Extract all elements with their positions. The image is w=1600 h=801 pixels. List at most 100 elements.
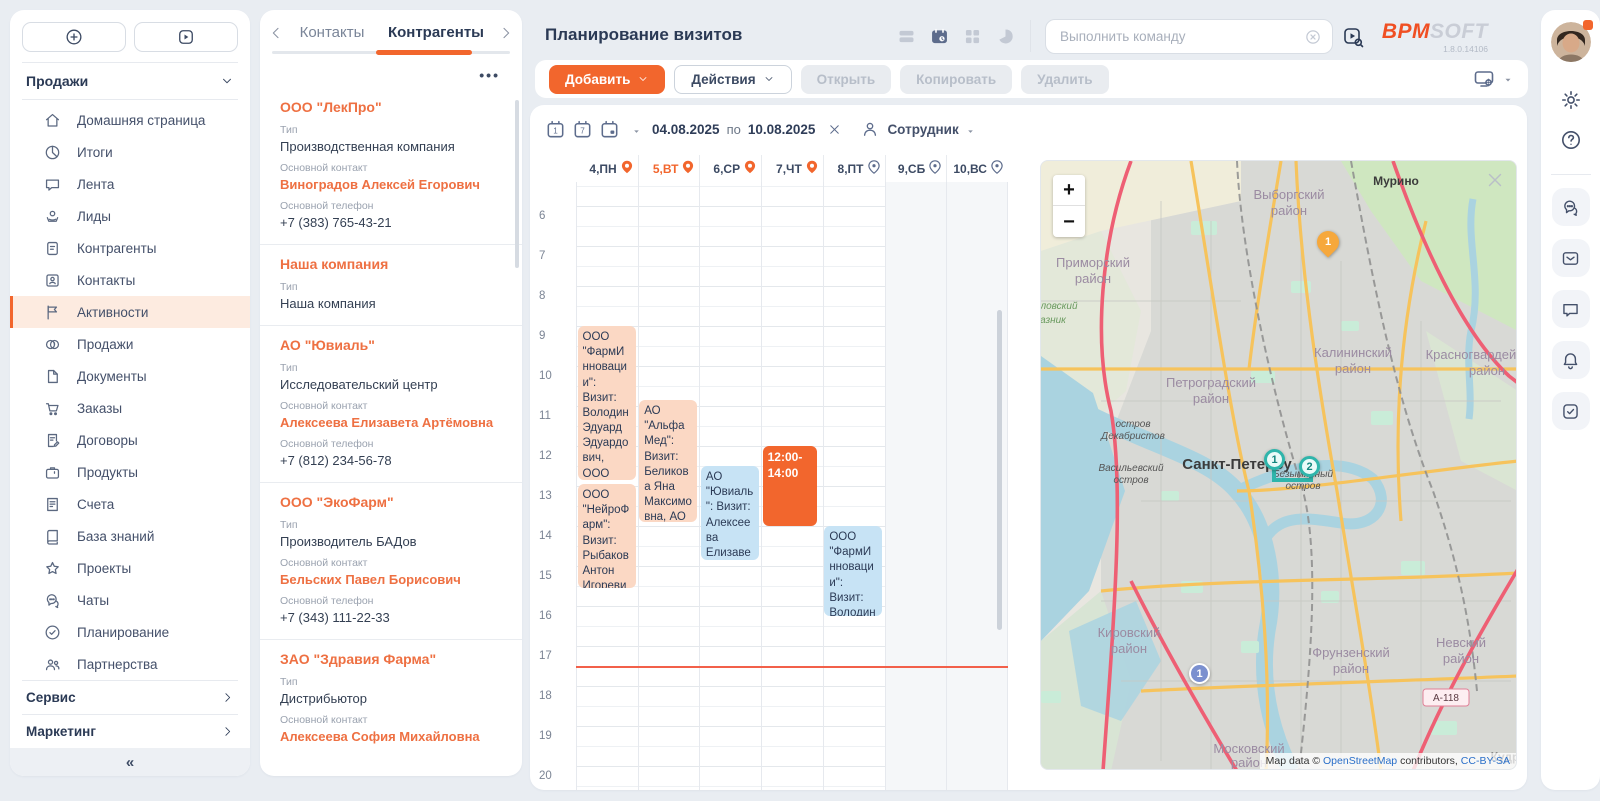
bell-button[interactable] [1552, 341, 1590, 379]
sidebar-item-14[interactable]: База знаний [10, 520, 250, 552]
mail-button[interactable] [1552, 239, 1590, 277]
day-header-5,ВТ[interactable]: 5,ВТ [638, 155, 700, 182]
day-view-calendar-icon[interactable]: 1 [544, 118, 567, 141]
sidebar-item-2[interactable]: Итоги [10, 136, 250, 168]
tasks-button[interactable] [1552, 392, 1590, 430]
primary-contact-link[interactable]: Алексеева Елизавета Артёмовна [280, 415, 502, 430]
message-button[interactable] [1552, 290, 1590, 328]
analytics-view-icon[interactable] [995, 26, 1016, 47]
current-time-line [576, 666, 1008, 668]
tabs-scroll-right-icon[interactable] [498, 25, 514, 41]
sidebar-item-7[interactable]: Активности [10, 296, 250, 328]
clear-command-icon[interactable] [1304, 28, 1322, 46]
account-name-link[interactable]: Наша компания [280, 256, 502, 272]
license-link[interactable]: CC-BY-SA [1461, 755, 1510, 767]
day-header-7,ЧТ[interactable]: 7,ЧТ [761, 155, 823, 182]
account-card[interactable]: Наша компанияТипНаша компания [260, 244, 522, 325]
map-marker-blue-circle[interactable]: 1 [1189, 663, 1210, 684]
calendar-event[interactable]: ООО "ФармИнновации": Визит: Володин Эдуа… [824, 526, 882, 616]
map-zoom-out-button[interactable]: − [1053, 206, 1085, 237]
date-from[interactable]: 04.08.2025 [652, 122, 720, 137]
sidebar-item-1[interactable]: Домашняя страница [10, 104, 250, 136]
account-name-link[interactable]: ЗАО "Здравия Фарма" [280, 651, 502, 667]
gear-icon[interactable] [1559, 88, 1583, 112]
workspace-selector[interactable]: Продажи [10, 63, 250, 99]
day-header-4,ПН[interactable]: 4,ПН [576, 155, 638, 182]
period-calendar-icon[interactable] [598, 118, 621, 141]
actions-button[interactable]: Действия [674, 65, 791, 94]
map-marker-teal-circle[interactable]: 2 [1299, 456, 1320, 477]
primary-contact-link[interactable]: Бельских Павел Борисович [280, 572, 502, 587]
help-icon[interactable] [1559, 128, 1583, 152]
list-scrollbar[interactable] [515, 100, 519, 268]
week-view-calendar-icon[interactable]: 7 [571, 118, 594, 141]
sidebar-item-10[interactable]: Заказы [10, 392, 250, 424]
map-marker-teal-circle[interactable]: 1 [1264, 449, 1285, 470]
account-name-link[interactable]: АО "Ювиаль" [280, 337, 502, 353]
open-button[interactable]: Открыть [801, 65, 892, 94]
sidebar-item-11[interactable]: Договоры [10, 424, 250, 456]
day-header-6,СР[interactable]: 6,СР [699, 155, 761, 182]
day-header-9,СБ[interactable]: 9,СБ [885, 155, 947, 182]
calendar-event-selected[interactable]: 12:00-14:00 [763, 446, 817, 526]
run-process-button[interactable] [134, 22, 238, 52]
calendar-scrollbar[interactable] [997, 310, 1002, 630]
collapse-sidebar-button[interactable]: « [10, 748, 250, 776]
sidebar-item-3[interactable]: Лента [10, 168, 250, 200]
sidebar-item-17[interactable]: Планирование [10, 616, 250, 648]
account-name-link[interactable]: ООО "ЭкоФарм" [280, 494, 502, 510]
account-card[interactable]: ООО "ЛекПро"ТипПроизводственная компания… [260, 88, 522, 244]
sidebar-item-4[interactable]: Лиды [10, 200, 250, 232]
clear-date-icon[interactable] [827, 122, 842, 137]
account-card[interactable]: АО "Ювиаль"ТипИсследовательский центрОсн… [260, 325, 522, 482]
map-zoom-in-button[interactable]: + [1053, 175, 1085, 206]
delete-button[interactable]: Удалить [1021, 65, 1108, 94]
calendar-view-icon[interactable] [929, 26, 950, 47]
copy-button[interactable]: Копировать [900, 65, 1012, 94]
day-header-8,ПТ[interactable]: 8,ПТ [823, 155, 885, 182]
calendar-event[interactable]: ООО "ФармИнновации": Визит: Володин Эдуа… [578, 326, 636, 480]
day-header-10,ВС[interactable]: 10,ВС [946, 155, 1008, 182]
list-more-button[interactable]: ••• [260, 54, 522, 78]
calendar-event[interactable]: ООО "НейроФарм": Визит: Рыбаков Антон Иг… [578, 484, 636, 588]
account-name-link[interactable]: ООО "ЛекПро" [280, 99, 502, 115]
sidebar-item-15[interactable]: Проекты [10, 552, 250, 584]
chats-button[interactable] [1552, 188, 1590, 226]
calendar-event[interactable]: АО "АльфаМед": Визит: Беликова Яна Макси… [639, 400, 697, 522]
map-panel[interactable]: МуриноВыборгскийрайонПриморскийрайонловс… [1040, 160, 1517, 770]
tabs-scroll-left-icon[interactable] [268, 25, 284, 41]
sidebar-item-8[interactable]: Продажи [10, 328, 250, 360]
command-input[interactable] [1060, 29, 1304, 44]
caret-down-icon[interactable] [965, 124, 976, 135]
new-record-button[interactable] [22, 22, 126, 52]
sidebar-section-marketing[interactable]: Маркетинг [10, 715, 250, 748]
date-to[interactable]: 10.08.2025 [748, 122, 816, 137]
add-button[interactable]: Добавить [549, 65, 665, 94]
tab-accounts[interactable]: Контрагенты [380, 24, 492, 41]
caret-down-icon[interactable] [631, 124, 642, 135]
process-search-button[interactable] [1341, 25, 1365, 49]
employee-filter[interactable]: Сотрудник [887, 122, 958, 137]
display-settings-icon[interactable] [1472, 67, 1496, 91]
user-avatar[interactable] [1551, 22, 1591, 62]
sidebar-item-16[interactable]: Чаты [10, 584, 250, 616]
sidebar-item-13[interactable]: Счета [10, 488, 250, 520]
account-card[interactable]: ООО "ЭкоФарм"ТипПроизводитель БАДовОснов… [260, 482, 522, 639]
command-line [1045, 19, 1333, 54]
map-close-icon[interactable] [1484, 169, 1506, 191]
list-view-icon[interactable] [896, 26, 917, 47]
tab-contacts[interactable]: Контакты [290, 24, 374, 41]
caret-down-icon[interactable] [1502, 73, 1514, 85]
sidebar-item-5[interactable]: Контрагенты [10, 232, 250, 264]
sidebar-item-12[interactable]: Продукты [10, 456, 250, 488]
account-card[interactable]: ЗАО "Здравия Фарма"ТипДистрибьюторОсновн… [260, 639, 522, 758]
primary-contact-link[interactable]: Алексеева София Михайловна [280, 729, 502, 744]
sidebar-item-9[interactable]: Документы [10, 360, 250, 392]
grid-view-icon[interactable] [962, 26, 983, 47]
sidebar-item-6[interactable]: Контакты [10, 264, 250, 296]
sidebar-item-18[interactable]: Партнерства [10, 648, 250, 680]
calendar-event[interactable]: АО "Ювиаль": Визит: Алексеева Елизавета … [701, 466, 759, 560]
primary-contact-link[interactable]: Виноградов Алексей Егорович [280, 177, 502, 192]
sidebar-section-service[interactable]: Сервис [10, 681, 250, 714]
openstreetmap-link[interactable]: OpenStreetMap [1323, 755, 1397, 767]
